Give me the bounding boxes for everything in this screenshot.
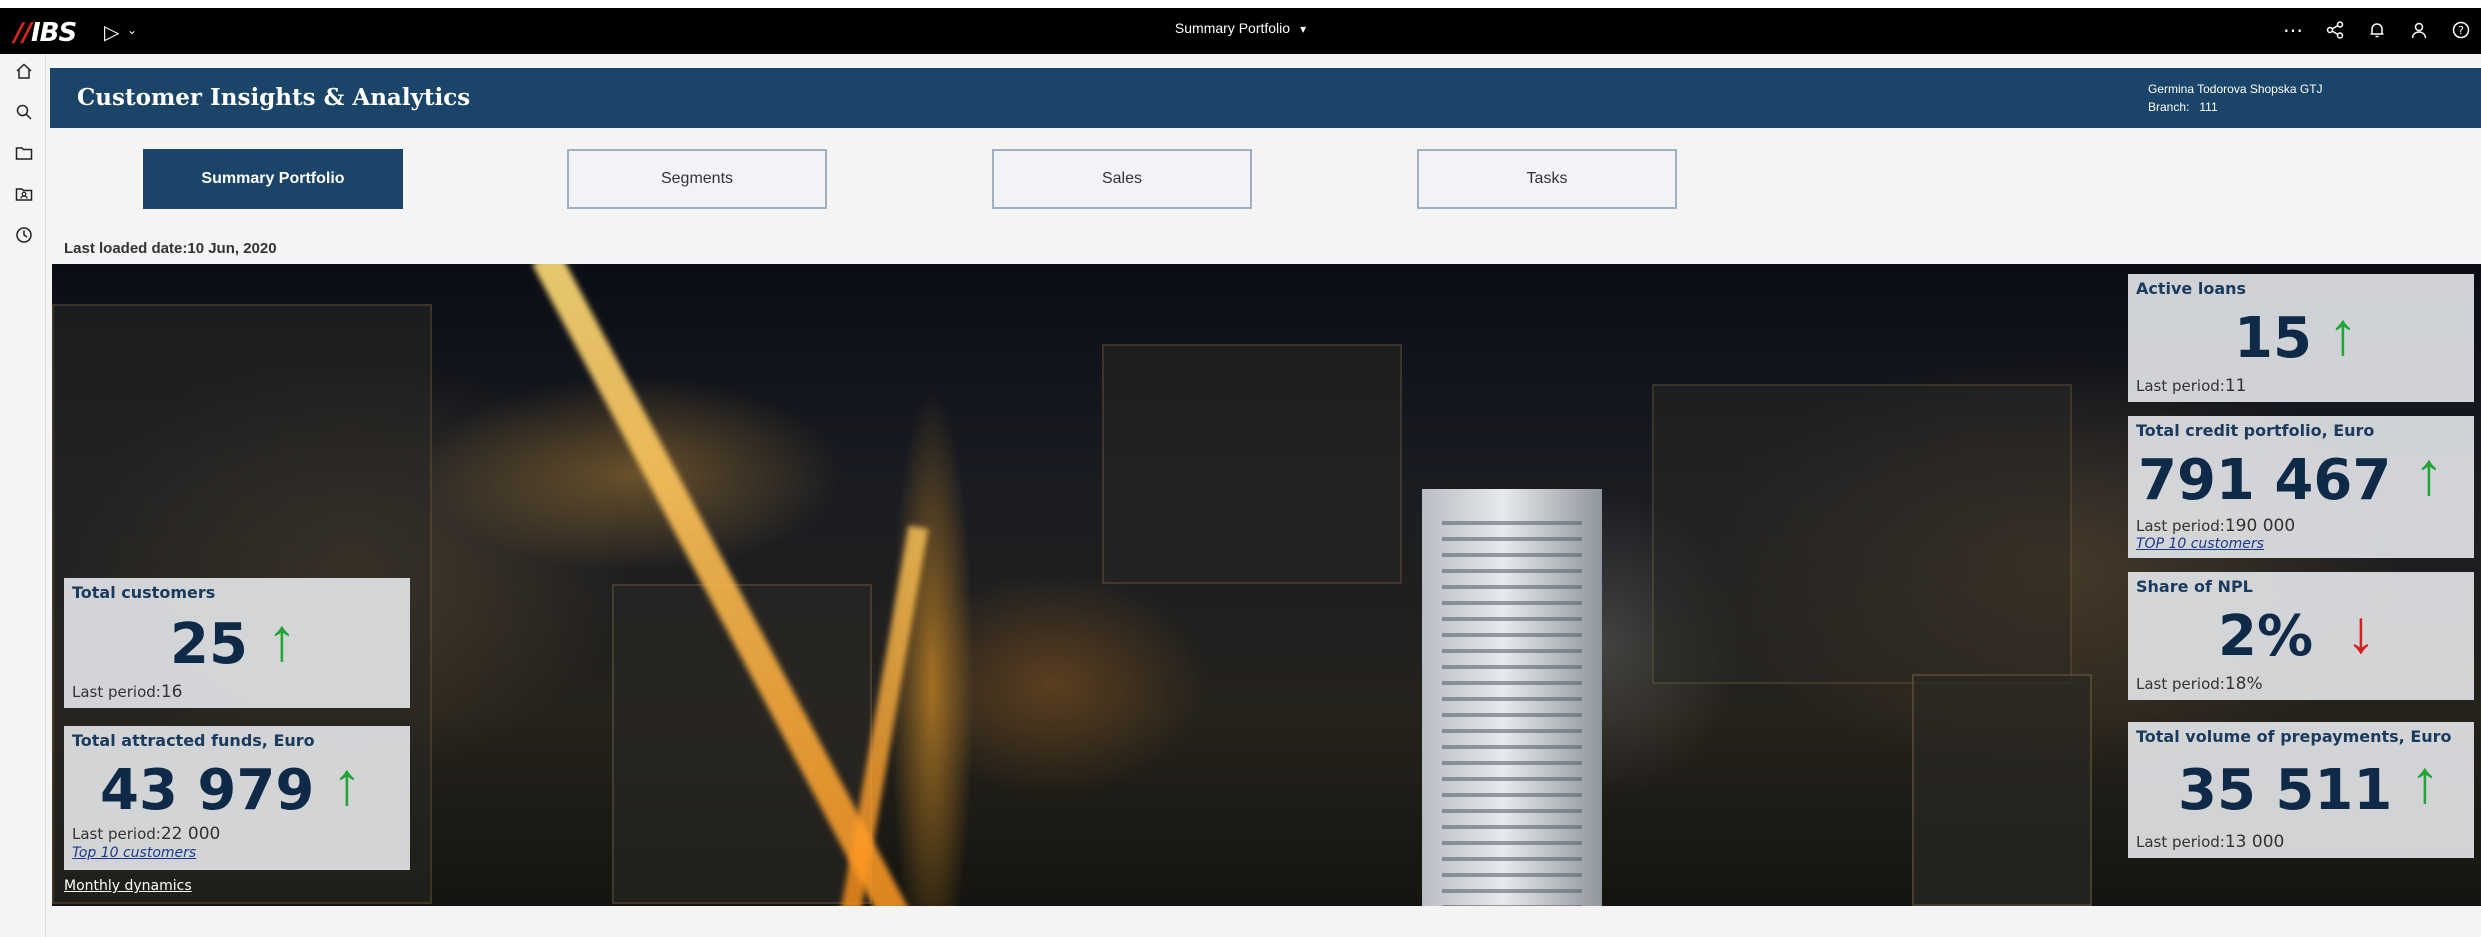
kpi-share-of-npl[interactable]: Share of NPL 2% ↓ Last period:18% [2128,572,2474,700]
kpi-last-period: Last period:11 [2136,376,2247,396]
trend-down-icon: ↓ [2346,598,2376,665]
report-title: Summary Portfolio [1174,20,1291,36]
svg-text:?: ? [2458,24,2464,37]
tab-sales[interactable]: Sales [992,149,1252,209]
kpi-value: 2% [2218,604,2314,669]
kpi-label: Total volume of prepayments, Euro [2136,727,2452,746]
report-title-dropdown[interactable]: Summary Portfolio ▾ [0,20,2481,36]
kpi-label: Total credit portfolio, Euro [2136,421,2375,440]
trend-up-icon: ↑ [267,606,297,673]
building-block [1102,344,1402,584]
kpi-label: Active loans [2136,279,2247,298]
report-content: Customer Insights & Analytics Germina To… [50,68,2481,937]
side-nav [0,54,46,937]
user-icon[interactable] [2409,19,2429,41]
kpi-value: 15 [2234,306,2312,371]
kpi-last-period: Last period:13 000 [2136,832,2285,852]
kpi-value: 791 467 [2138,448,2392,513]
branch-row: Branch: 111 [2148,98,2323,116]
kpi-last-period: Last period:16 [72,682,183,702]
last-loaded-date: Last loaded date:10 Jun, 2020 [64,240,277,257]
top-10-customers-link[interactable]: TOP 10 customers [2136,536,2264,552]
top-10-customers-link[interactable]: Top 10 customers [72,845,196,861]
building-block [1652,384,2072,684]
search-icon[interactable] [13,101,35,123]
tab-summary-portfolio[interactable]: Summary Portfolio [143,149,403,209]
help-icon[interactable]: ? [2451,19,2471,41]
city-night-background-image [52,264,2481,906]
kpi-label: Total customers [72,583,216,602]
kpi-value: 35 511 [2178,758,2393,823]
kpi-value: 25 [170,612,248,677]
user-name: Germina Todorova Shopska GTJ [2148,82,2323,96]
user-info: Germina Todorova Shopska GTJ Branch: 111 [2148,80,2323,116]
home-icon[interactable] [13,60,35,82]
trend-up-icon: ↑ [2328,300,2358,367]
trend-up-icon: ↑ [2414,440,2444,507]
building-block [1912,674,2092,906]
kpi-total-attracted-funds[interactable]: Total attracted funds, Euro 43 979 ↑ Las… [64,726,410,870]
tab-segments[interactable]: Segments [567,149,827,209]
top-bar: //IBS ▷ ⌄ Summary Portfolio ▾ ⋯ ? [0,0,2481,54]
kpi-last-period: Last period:22 000 [72,824,221,844]
kpi-total-credit-portfolio[interactable]: Total credit portfolio, Euro 791 467 ↑ L… [2128,416,2474,558]
chevron-down-icon: ▾ [1300,22,1307,36]
tower-building [1422,489,1602,906]
kpi-last-period: Last period:190 000 [2136,516,2296,536]
bell-icon[interactable] [2367,19,2387,41]
kpi-active-loans[interactable]: Active loans 15 ↑ Last period:11 [2128,274,2474,402]
kpi-label: Share of NPL [2136,577,2253,596]
branch-value: 111 [2199,100,2218,114]
trend-up-icon: ↑ [2410,748,2440,815]
tab-tasks[interactable]: Tasks [1417,149,1677,209]
kpi-value: 43 979 [100,758,315,823]
kpi-last-period: Last period:18% [2136,674,2263,694]
share-icon[interactable] [2325,19,2345,41]
trend-up-icon: ↑ [332,750,362,817]
more-icon[interactable]: ⋯ [2283,19,2303,42]
folder-icon[interactable] [13,142,35,164]
kpi-total-customers[interactable]: Total customers 25 ↑ Last period:16 [64,578,410,708]
folder-user-icon[interactable] [13,183,35,205]
clock-icon[interactable] [13,224,35,246]
kpi-total-volume-prepayments[interactable]: Total volume of prepayments, Euro 35 511… [2128,722,2474,858]
monthly-dynamics-link[interactable]: Monthly dynamics [64,878,192,894]
report-header: Customer Insights & Analytics Germina To… [50,68,2481,128]
branch-label: Branch: [2148,100,2190,114]
kpi-label: Total attracted funds, Euro [72,731,315,750]
page-title: Customer Insights & Analytics [77,84,471,111]
